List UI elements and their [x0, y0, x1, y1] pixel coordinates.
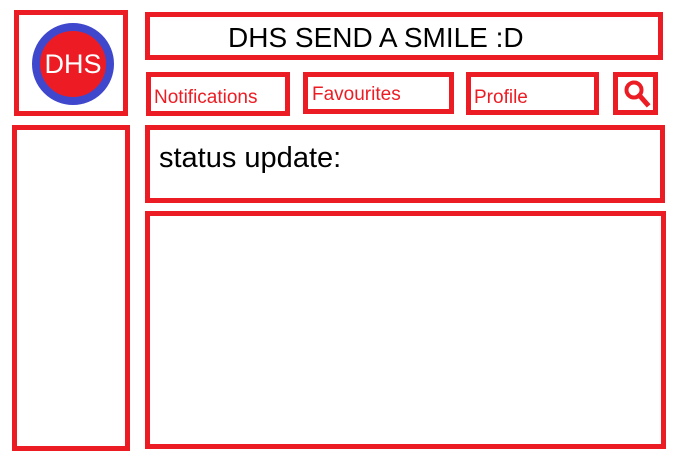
logo-panel: DHS — [14, 10, 128, 116]
status-update-box[interactable]: status update: — [145, 125, 665, 203]
search-icon — [624, 80, 651, 108]
logo-text: DHS — [44, 48, 102, 79]
favourites-button[interactable]: Favourites — [303, 72, 454, 114]
feed-area — [145, 211, 666, 449]
favourites-label: Favourites — [312, 84, 401, 105]
profile-button[interactable]: Profile — [466, 72, 599, 115]
profile-label: Profile — [474, 87, 528, 108]
left-sidebar — [12, 125, 130, 451]
page-header: DHS SEND A SMILE :D — [145, 12, 663, 60]
notifications-button[interactable]: Notifications — [146, 72, 290, 116]
dhs-logo[interactable]: DHS — [32, 23, 114, 105]
page-title: DHS SEND A SMILE :D — [228, 22, 524, 53]
status-update-label: status update: — [159, 142, 342, 174]
search-button[interactable] — [613, 72, 658, 115]
notifications-label: Notifications — [154, 87, 258, 108]
